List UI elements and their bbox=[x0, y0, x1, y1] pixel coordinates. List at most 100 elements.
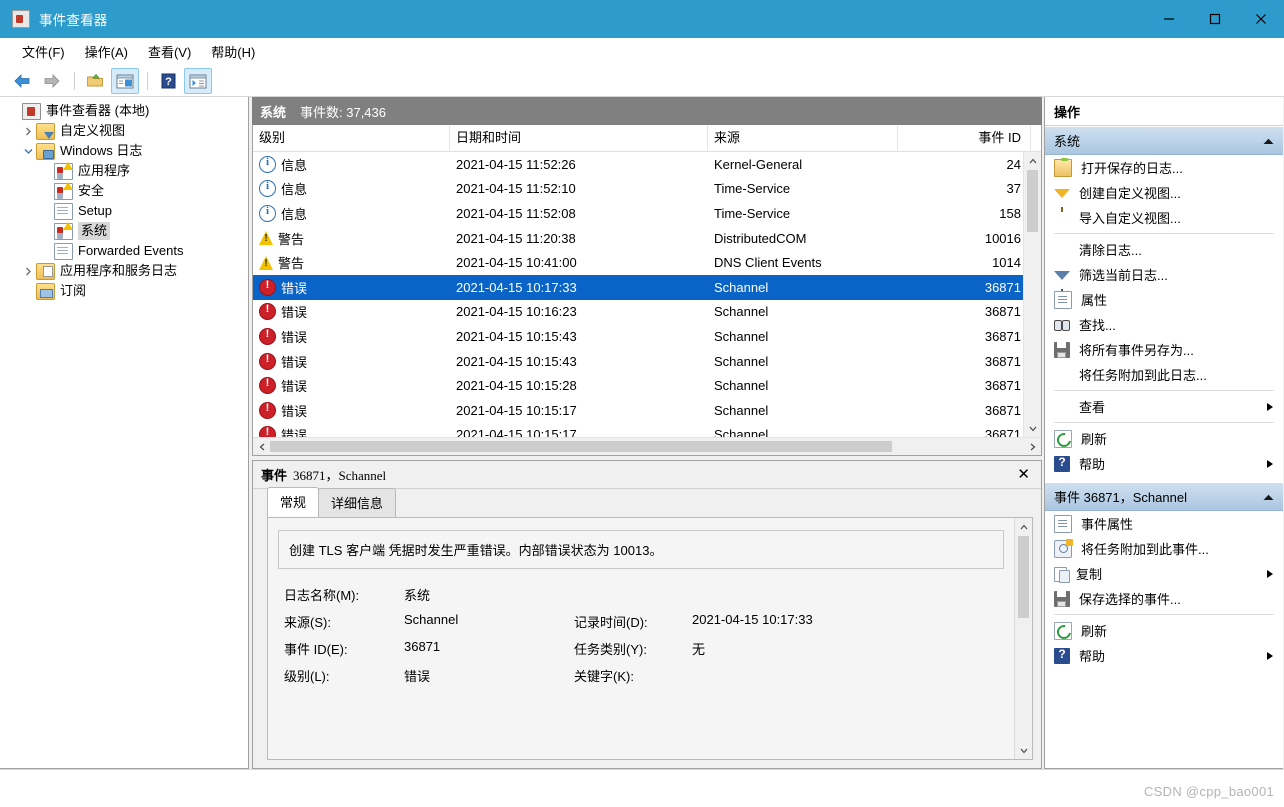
actions-group-header-event[interactable]: 事件 36871，Schannel bbox=[1045, 482, 1283, 511]
cell-event-id: 36871 bbox=[984, 279, 1021, 295]
scrollbar-thumb-h[interactable] bbox=[270, 441, 892, 452]
table-row[interactable]: 信息 2021-04-15 11:52:10 Time-Service 37 bbox=[253, 177, 1041, 202]
tree-item-applications-and-services-logs[interactable]: 应用程序和服务日志 bbox=[0, 261, 248, 281]
menu-action[interactable]: 操作(A) bbox=[75, 39, 138, 64]
table-row[interactable]: 信息 2021-04-15 11:52:26 Kernel-General 24 bbox=[253, 152, 1041, 177]
action-label: 将所有事件另存为... bbox=[1079, 343, 1194, 358]
table-row[interactable]: 错误 2021-04-15 10:15:43 Schannel 36871 bbox=[253, 324, 1041, 349]
detail-content: 创建 TLS 客户端 凭据时发生严重错误。内部错误状态为 10013。 日志名称… bbox=[267, 517, 1033, 760]
console-tree-pane[interactable]: 事件查看器 (本地) 自定义视图 Windows 日志 应用程序 安全 Setu… bbox=[0, 97, 249, 769]
action-refresh[interactable]: 刷新 bbox=[1045, 426, 1283, 451]
scroll-down-icon[interactable] bbox=[1015, 742, 1032, 759]
tree-item-custom-views[interactable]: 自定义视图 bbox=[0, 121, 248, 141]
action-label: 刷新 bbox=[1081, 624, 1108, 639]
column-header-level[interactable]: 级别 bbox=[253, 125, 450, 151]
cell-source: Schannel bbox=[714, 328, 769, 344]
menu-view[interactable]: 查看(V) bbox=[138, 39, 201, 64]
scrollbar-thumb[interactable] bbox=[1027, 170, 1038, 232]
action-save-all-events-as[interactable]: 将所有事件另存为... bbox=[1045, 337, 1283, 362]
action-refresh-event[interactable]: 刷新 bbox=[1045, 618, 1283, 643]
action-attach-task-to-log[interactable]: 将任务附加到此日志... bbox=[1045, 362, 1283, 387]
tree-item-system[interactable]: 系统 bbox=[0, 221, 248, 241]
action-attach-task-to-event[interactable]: 将任务附加到此事件... bbox=[1045, 536, 1283, 561]
scroll-down-icon[interactable] bbox=[1024, 420, 1041, 437]
event-rows[interactable]: 信息 2021-04-15 11:52:26 Kernel-General 24… bbox=[253, 152, 1041, 437]
action-help[interactable]: 帮助 bbox=[1045, 451, 1283, 476]
action-copy[interactable]: 复制 bbox=[1045, 561, 1283, 586]
level-text: 错误 bbox=[281, 379, 308, 395]
action-view[interactable]: 查看 bbox=[1045, 394, 1283, 419]
table-row[interactable]: 错误 2021-04-15 10:17:33 Schannel 36871 bbox=[253, 274, 1041, 300]
column-header-date[interactable]: 日期和时间 bbox=[450, 125, 708, 151]
submenu-arrow-icon bbox=[1267, 459, 1273, 468]
show-action-pane-icon[interactable] bbox=[184, 68, 212, 94]
scroll-up-icon[interactable] bbox=[1015, 518, 1032, 535]
chevron-down-icon[interactable] bbox=[20, 143, 36, 159]
cell-event-id: 36871 bbox=[984, 402, 1021, 418]
actions-separator bbox=[1054, 233, 1274, 234]
table-row[interactable]: 错误 2021-04-15 10:15:28 Schannel 36871 bbox=[253, 373, 1041, 398]
close-button[interactable] bbox=[1238, 0, 1284, 38]
menu-help[interactable]: 帮助(H) bbox=[201, 39, 265, 64]
scroll-left-icon[interactable] bbox=[253, 438, 270, 455]
action-help-event[interactable]: 帮助 bbox=[1045, 643, 1283, 668]
up-folder-icon[interactable] bbox=[81, 68, 109, 94]
table-row[interactable]: 错误 2021-04-15 10:16:23 Schannel 36871 bbox=[253, 300, 1041, 325]
action-open-saved-log[interactable]: 打开保存的日志... bbox=[1045, 155, 1283, 180]
actions-group-header-system[interactable]: 系统 bbox=[1045, 126, 1283, 155]
table-row[interactable]: 错误 2021-04-15 10:15:17 Schannel 36871 bbox=[253, 398, 1041, 423]
action-filter-current-log[interactable]: 筛选当前日志... bbox=[1045, 262, 1283, 294]
chevron-right-icon[interactable] bbox=[20, 123, 36, 139]
tree-item-application[interactable]: 应用程序 bbox=[0, 161, 248, 181]
event-list[interactable]: 级别 日期和时间 来源 事件 ID 信息 2021-04-15 11:52:26… bbox=[252, 125, 1042, 456]
action-create-custom-view[interactable]: 创建自定义视图... bbox=[1045, 180, 1283, 212]
table-row[interactable]: 错误 2021-04-15 10:15:43 Schannel 36871 bbox=[253, 349, 1041, 374]
chevron-right-icon[interactable] bbox=[20, 263, 36, 279]
tree-item-forwarded-events[interactable]: Forwarded Events bbox=[0, 241, 248, 261]
action-properties[interactable]: 属性 bbox=[1045, 287, 1283, 312]
back-arrow-icon[interactable] bbox=[8, 68, 36, 94]
maximize-button[interactable] bbox=[1192, 0, 1238, 38]
forward-arrow-icon[interactable] bbox=[38, 68, 66, 94]
chevron-up-icon[interactable] bbox=[1263, 133, 1274, 148]
level-text: 信息 bbox=[281, 182, 308, 198]
column-header-event-id[interactable]: 事件 ID bbox=[898, 125, 1031, 151]
menu-bar: 文件(F) 操作(A) 查看(V) 帮助(H) bbox=[0, 38, 1284, 66]
tree-item-event-viewer-root[interactable]: 事件查看器 (本地) bbox=[0, 101, 248, 121]
tree-item-label: 安全 bbox=[78, 183, 105, 198]
tab-general[interactable]: 常规 bbox=[267, 487, 320, 517]
table-row[interactable]: 错误 2021-04-15 10:15:17 Schannel 36871 bbox=[253, 423, 1041, 437]
minimize-button[interactable] bbox=[1146, 0, 1192, 38]
detail-tabs: 常规 详细信息 bbox=[253, 487, 1041, 517]
detail-vertical-scrollbar[interactable] bbox=[1014, 518, 1032, 759]
action-find[interactable]: 查找... bbox=[1045, 312, 1283, 337]
event-list-vertical-scrollbar[interactable] bbox=[1023, 152, 1041, 437]
column-header-source[interactable]: 来源 bbox=[708, 125, 898, 151]
close-icon[interactable]: ✕ bbox=[1012, 466, 1035, 484]
table-row[interactable]: 警告 2021-04-15 11:20:38 DistributedCOM 10… bbox=[253, 226, 1041, 251]
action-clear-log[interactable]: 清除日志... bbox=[1045, 237, 1283, 262]
tab-details[interactable]: 详细信息 bbox=[318, 488, 397, 517]
tree-item-subscriptions[interactable]: 订阅 bbox=[0, 281, 248, 301]
scroll-right-icon[interactable] bbox=[1024, 438, 1041, 455]
help-icon[interactable]: ? bbox=[154, 68, 182, 94]
action-label: 复制 bbox=[1076, 567, 1103, 582]
tree-item-label: 系统 bbox=[78, 222, 111, 240]
event-list-horizontal-scrollbar[interactable] bbox=[253, 437, 1041, 455]
scroll-up-icon[interactable] bbox=[1024, 152, 1041, 169]
action-event-properties[interactable]: 事件属性 bbox=[1045, 511, 1283, 536]
app-services-folder-icon bbox=[36, 262, 55, 280]
tree-item-security[interactable]: 安全 bbox=[0, 181, 248, 201]
show-console-tree-icon[interactable] bbox=[111, 68, 139, 94]
action-import-custom-view[interactable]: 导入自定义视图... bbox=[1045, 205, 1283, 230]
chevron-up-icon[interactable] bbox=[1263, 489, 1274, 504]
cell-event-id: 10016 bbox=[984, 230, 1021, 246]
table-row[interactable]: 警告 2021-04-15 10:41:00 DNS Client Events… bbox=[253, 250, 1041, 275]
scrollbar-thumb[interactable] bbox=[1018, 536, 1029, 618]
refresh-icon bbox=[1054, 429, 1072, 448]
menu-file[interactable]: 文件(F) bbox=[12, 39, 75, 64]
table-row[interactable]: 信息 2021-04-15 11:52:08 Time-Service 158 bbox=[253, 201, 1041, 226]
action-save-selected-events[interactable]: 保存选择的事件... bbox=[1045, 586, 1283, 611]
tree-item-windows-logs[interactable]: Windows 日志 bbox=[0, 141, 248, 161]
tree-item-setup[interactable]: Setup bbox=[0, 201, 248, 221]
